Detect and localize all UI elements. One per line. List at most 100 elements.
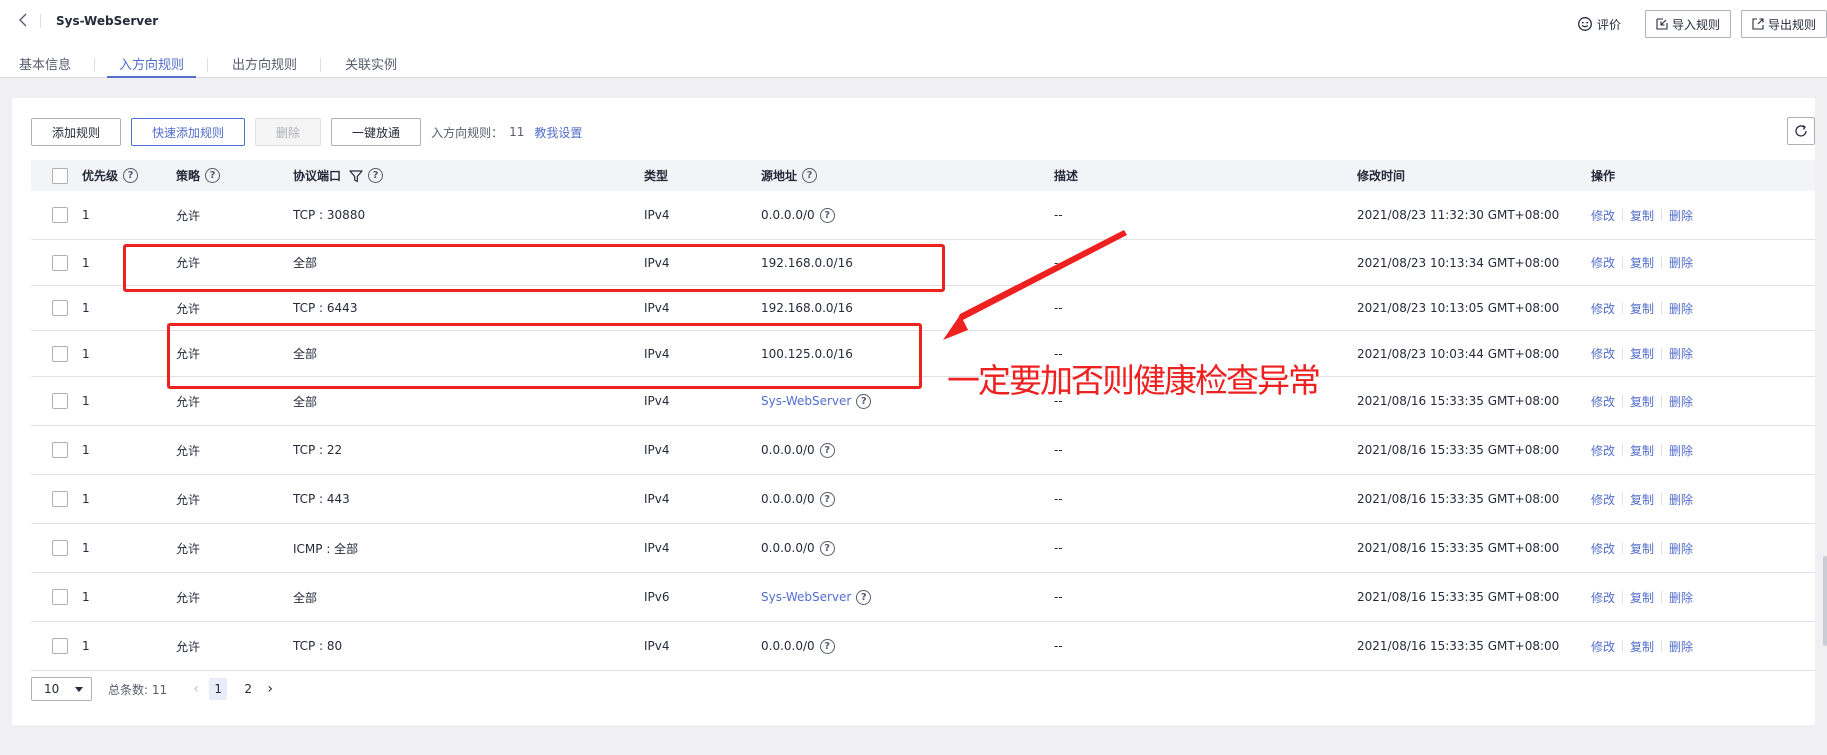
select-all-checkbox[interactable] (52, 167, 68, 184)
priority-value: 1 (82, 255, 90, 270)
row-checkbox[interactable] (52, 491, 68, 507)
delete-link[interactable]: 删除 (1669, 300, 1693, 317)
import-rules-button[interactable]: 导入规则 (1644, 10, 1731, 38)
table-row: 1 允许 TCP : 22 IPv4 0.0.0.0/0? -- 2021/08… (31, 426, 1815, 475)
rules-toolbar: 添加规则 快速添加规则 删除 一键放通 入方向规则： 11 教我设置 (31, 118, 582, 146)
modified-value: 2021/08/16 15:33:35 GMT+08:00 (1357, 541, 1560, 555)
row-checkbox[interactable] (52, 540, 68, 556)
help-icon[interactable]: ? (819, 442, 835, 458)
tab-inbound-rules[interactable]: 入方向规则 (107, 50, 197, 78)
modified-value: 2021/08/16 15:33:35 GMT+08:00 (1357, 394, 1560, 408)
help-icon[interactable]: ? (205, 168, 221, 183)
modified-value: 2021/08/16 15:33:35 GMT+08:00 (1357, 590, 1560, 604)
row-actions: 修改 复制 删除 (1591, 393, 1693, 410)
allow-all-button[interactable]: 一键放通 (331, 118, 422, 146)
help-icon[interactable]: ? (856, 589, 872, 605)
copy-link[interactable]: 复制 (1630, 393, 1654, 410)
page-1-button[interactable]: 1 (209, 678, 228, 700)
row-checkbox[interactable] (52, 345, 68, 362)
edit-link[interactable]: 修改 (1591, 207, 1615, 224)
row-checkbox[interactable] (52, 300, 68, 316)
help-icon[interactable]: ? (856, 393, 872, 409)
row-actions: 修改 复制 删除 (1591, 638, 1693, 655)
import-rules-label: 导入规则 (1671, 17, 1720, 32)
refresh-button[interactable] (1787, 117, 1815, 145)
copy-link[interactable]: 复制 (1630, 638, 1654, 655)
delete-link[interactable]: 删除 (1669, 254, 1693, 271)
delete-link[interactable]: 删除 (1669, 540, 1693, 557)
export-rules-label: 导出规则 (1767, 17, 1816, 32)
help-icon[interactable]: ? (819, 207, 835, 223)
help-icon[interactable]: ? (819, 491, 835, 507)
filter-icon[interactable] (349, 169, 363, 183)
pagination: 10 总条数: 11 ‹ 1 2 › (31, 677, 277, 701)
delete-button[interactable]: 删除 (255, 118, 322, 146)
row-checkbox[interactable] (52, 207, 68, 223)
type-header: 类型 (644, 169, 669, 183)
quick-add-rule-button[interactable]: 快速添加规则 (131, 118, 246, 146)
priority-value: 1 (82, 443, 90, 457)
scrollbar-thumb[interactable] (1823, 556, 1827, 646)
page-nav: ‹ 1 2 › (189, 678, 277, 700)
row-checkbox[interactable] (52, 393, 68, 409)
action-divider (1661, 395, 1663, 407)
copy-link[interactable]: 复制 (1630, 254, 1654, 271)
edit-link[interactable]: 修改 (1591, 393, 1615, 410)
priority-value: 1 (82, 346, 90, 361)
delete-link[interactable]: 删除 (1669, 393, 1693, 410)
action-divider (1661, 347, 1663, 360)
type-value: IPv4 (644, 301, 670, 315)
edit-link[interactable]: 修改 (1591, 442, 1615, 459)
help-link[interactable]: 教我设置 (534, 124, 582, 141)
help-icon[interactable]: ? (123, 168, 139, 183)
back-arrow-icon[interactable] (17, 12, 31, 28)
row-checkbox[interactable] (52, 589, 68, 605)
edit-link[interactable]: 修改 (1591, 491, 1615, 508)
delete-link[interactable]: 删除 (1669, 491, 1693, 508)
page-2-button[interactable]: 2 (239, 678, 257, 700)
tab-outbound-rules[interactable]: 出方向规则 (232, 50, 297, 78)
help-icon[interactable]: ? (802, 168, 818, 183)
source-link[interactable]: Sys-WebServer (761, 590, 851, 604)
delete-link[interactable]: 删除 (1669, 638, 1693, 655)
delete-link[interactable]: 删除 (1669, 442, 1693, 459)
protocol-value: TCP : 80 (293, 639, 343, 653)
tab-basic-info[interactable]: 基本信息 (19, 50, 71, 78)
page-size-select[interactable]: 10 (31, 677, 92, 701)
help-icon[interactable]: ? (819, 638, 835, 654)
row-checkbox[interactable] (52, 254, 68, 271)
delete-link[interactable]: 删除 (1669, 589, 1693, 606)
next-page-icon[interactable]: › (263, 681, 277, 697)
tab-associated-instances[interactable]: 关联实例 (345, 50, 397, 78)
edit-link[interactable]: 修改 (1591, 345, 1615, 362)
edit-link[interactable]: 修改 (1591, 638, 1615, 655)
copy-link[interactable]: 复制 (1630, 491, 1654, 508)
copy-link[interactable]: 复制 (1630, 540, 1654, 557)
delete-link[interactable]: 删除 (1669, 345, 1693, 362)
copy-link[interactable]: 复制 (1630, 345, 1654, 362)
copy-link[interactable]: 复制 (1630, 442, 1654, 459)
copy-link[interactable]: 复制 (1630, 300, 1654, 317)
edit-link[interactable]: 修改 (1591, 300, 1615, 317)
copy-link[interactable]: 复制 (1630, 589, 1654, 606)
prev-page-icon[interactable]: ‹ (189, 681, 203, 697)
action-divider (1622, 493, 1624, 505)
help-icon[interactable]: ? (819, 540, 835, 556)
export-rules-button[interactable]: 导出规则 (1740, 10, 1827, 38)
delete-link[interactable]: 删除 (1669, 207, 1693, 224)
row-checkbox[interactable] (52, 638, 68, 654)
add-rule-button[interactable]: 添加规则 (31, 118, 122, 146)
description-value: -- (1054, 443, 1063, 457)
feedback-button[interactable]: 评价 (1577, 16, 1621, 33)
priority-value: 1 (82, 590, 90, 604)
edit-link[interactable]: 修改 (1591, 254, 1615, 271)
source-link[interactable]: Sys-WebServer (761, 394, 851, 408)
edit-link[interactable]: 修改 (1591, 540, 1615, 557)
copy-link[interactable]: 复制 (1630, 207, 1654, 224)
table-row: 1 允许 TCP : 30880 IPv4 0.0.0.0/0? -- 2021… (31, 191, 1815, 240)
edit-link[interactable]: 修改 (1591, 589, 1615, 606)
row-checkbox[interactable] (52, 442, 68, 458)
source-value: 0.0.0.0/0 (761, 208, 815, 222)
help-icon[interactable]: ? (368, 168, 384, 183)
description-value: -- (1054, 492, 1063, 506)
